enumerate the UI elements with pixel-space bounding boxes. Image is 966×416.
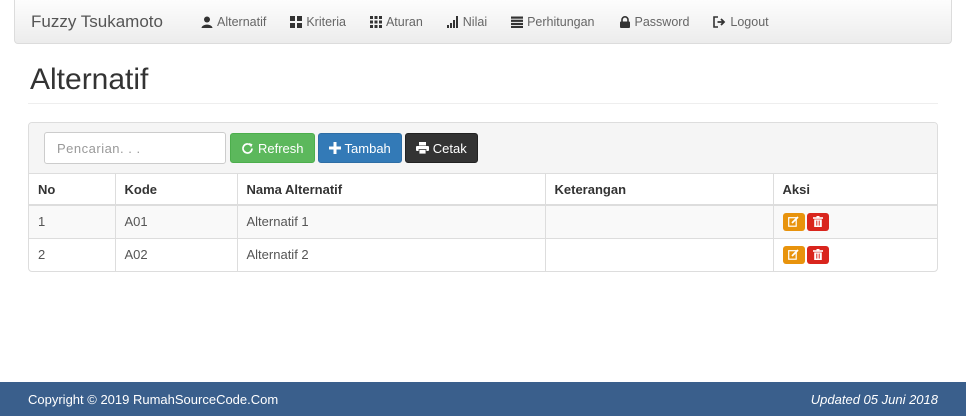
toolbar: Refresh Tambah Cetak bbox=[29, 123, 937, 174]
nav-item-logout[interactable]: Logout bbox=[713, 14, 769, 29]
cetak-label: Cetak bbox=[432, 140, 467, 156]
tambah-label: Tambah bbox=[344, 140, 391, 156]
nav-item-label: Aturan bbox=[385, 14, 423, 29]
refresh-icon bbox=[242, 142, 253, 154]
edit-button[interactable] bbox=[782, 245, 805, 264]
cell-nama: Alternatif 2 bbox=[237, 237, 546, 271]
footer: Copyright © 2019 RumahSourceCode.Com Upd… bbox=[0, 382, 966, 416]
column-header-no: No bbox=[29, 174, 116, 206]
title-divider bbox=[28, 103, 938, 104]
nav-item-nilai[interactable]: Nilai bbox=[446, 14, 488, 29]
edit-icon bbox=[788, 216, 799, 228]
table-row: 1 A01 Alternatif 1 bbox=[29, 204, 937, 238]
cell-aksi bbox=[773, 237, 937, 271]
cell-keterangan bbox=[545, 237, 774, 271]
signal-icon bbox=[446, 15, 458, 28]
print-icon bbox=[415, 142, 429, 154]
nav-item-kriteria[interactable]: Kriteria bbox=[290, 15, 346, 29]
alternatif-panel: Refresh Tambah Cetak No Kode Nama Altern… bbox=[28, 122, 938, 272]
lock-icon bbox=[619, 15, 630, 28]
cell-no: 2 bbox=[29, 237, 116, 271]
trash-icon bbox=[812, 216, 823, 228]
column-header-nama: Nama Alternatif bbox=[237, 174, 546, 206]
plus-icon bbox=[328, 142, 341, 154]
refresh-label: Refresh bbox=[258, 140, 304, 156]
cell-aksi bbox=[773, 204, 937, 238]
nav-item-label: Perhitungan bbox=[527, 14, 595, 29]
trash-icon bbox=[812, 249, 823, 261]
nav-item-label: Logout bbox=[730, 14, 769, 29]
user-icon bbox=[201, 16, 213, 28]
nav-item-alternatif[interactable]: Alternatif bbox=[201, 15, 266, 29]
cell-kode: A01 bbox=[115, 204, 238, 238]
edit-button[interactable] bbox=[782, 212, 805, 231]
nav-item-label: Alternatif bbox=[217, 14, 267, 29]
column-header-keterangan: Keterangan bbox=[545, 174, 774, 206]
column-header-kode: Kode bbox=[115, 174, 238, 206]
tambah-button[interactable]: Tambah bbox=[317, 133, 402, 163]
list-icon bbox=[511, 16, 524, 28]
table-header-row: No Kode Nama Alternatif Keterangan Aksi bbox=[29, 174, 937, 206]
table-row: 2 A02 Alternatif 2 bbox=[29, 237, 937, 271]
edit-icon bbox=[788, 249, 799, 261]
grid-icon bbox=[369, 15, 382, 28]
cetak-button[interactable]: Cetak bbox=[404, 133, 478, 163]
delete-button[interactable] bbox=[806, 245, 829, 264]
footer-copyright: Copyright © 2019 RumahSourceCode.Com bbox=[28, 391, 279, 407]
nav-item-label: Nilai bbox=[462, 14, 488, 29]
nav-item-perhitungan[interactable]: Perhitungan bbox=[511, 14, 595, 29]
nav-item-label: Password bbox=[634, 14, 690, 29]
navbar: Fuzzy Tsukamoto Alternatif Kriteria Atur… bbox=[14, 0, 952, 44]
nav-item-password[interactable]: Password bbox=[619, 14, 690, 29]
navbar-brand[interactable]: Fuzzy Tsukamoto bbox=[15, 12, 201, 32]
cell-kode: A02 bbox=[115, 237, 238, 271]
refresh-button[interactable]: Refresh bbox=[230, 133, 315, 163]
footer-updated: Updated 05 Juni 2018 bbox=[810, 391, 938, 407]
delete-button[interactable] bbox=[806, 212, 829, 231]
page-title: Alternatif bbox=[30, 63, 149, 96]
cell-keterangan bbox=[545, 204, 774, 238]
column-header-aksi: Aksi bbox=[773, 174, 937, 206]
cell-no: 1 bbox=[29, 204, 116, 238]
alternatif-table: No Kode Nama Alternatif Keterangan Aksi … bbox=[29, 174, 937, 271]
nav-item-aturan[interactable]: Aturan bbox=[369, 14, 423, 29]
logout-icon bbox=[713, 15, 726, 28]
th-large-icon bbox=[290, 15, 303, 28]
search-input[interactable] bbox=[44, 132, 226, 164]
nav-item-label: Kriteria bbox=[306, 14, 346, 29]
cell-nama: Alternatif 1 bbox=[237, 204, 546, 238]
